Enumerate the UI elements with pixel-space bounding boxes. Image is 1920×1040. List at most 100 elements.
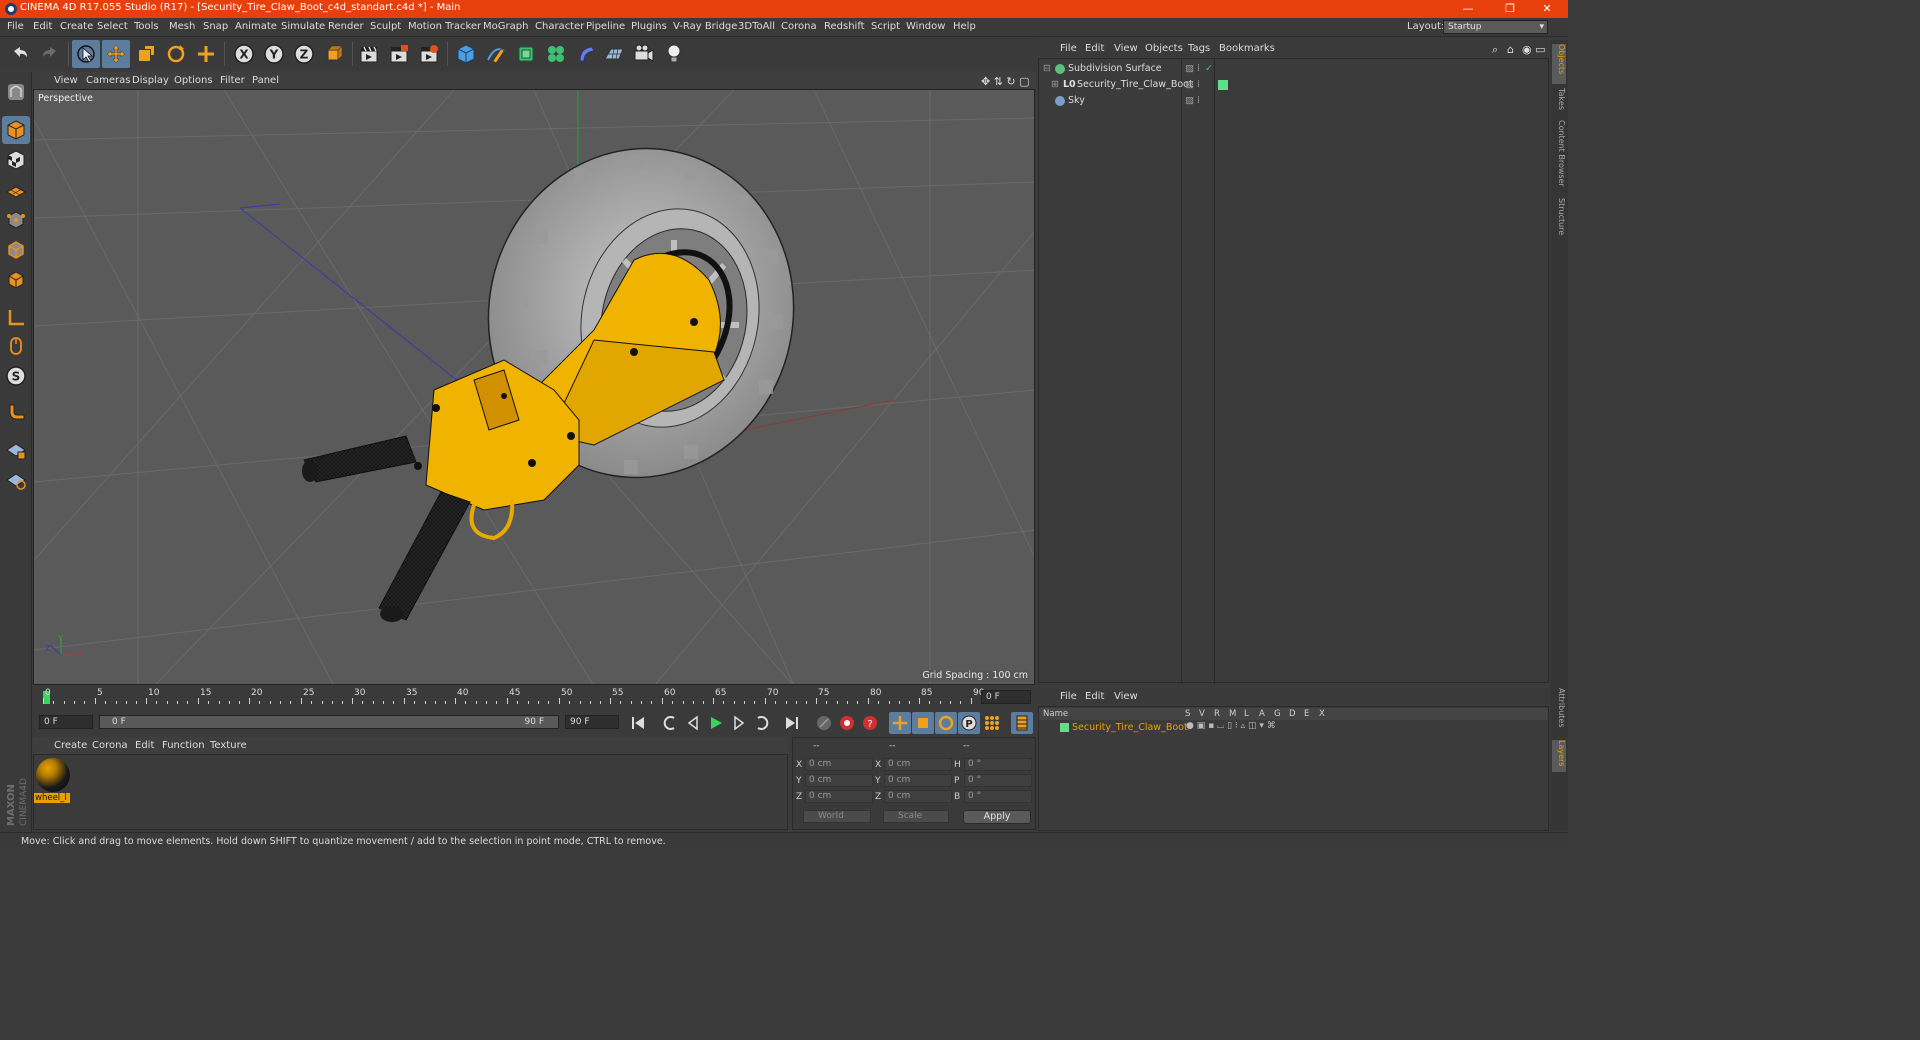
object-row-security-tire-claw-boot[interactable]: ⊞ L0 Security_Tire_Claw_Boot ▨ ⁞: [1039, 77, 1548, 93]
layer-color-swatch[interactable]: [1060, 723, 1069, 732]
om-menu-file[interactable]: File: [1060, 43, 1077, 54]
model-mode-button[interactable]: [2, 116, 30, 144]
max-frame-field[interactable]: 90 F: [565, 715, 619, 729]
live-selection-button[interactable]: [72, 40, 100, 68]
render-to-picture-viewer-button[interactable]: [385, 40, 413, 68]
current-frame-field[interactable]: 0 F: [39, 715, 93, 729]
locked-workplane-button[interactable]: [2, 436, 30, 464]
redo-button[interactable]: [36, 40, 64, 68]
layer-row[interactable]: Security_Tire_Claw_Boot ● ▣ ▪ ⌴ ▯ ⁝ ▵ ◫ …: [1039, 721, 1548, 735]
tab-layers[interactable]: Layers: [1552, 740, 1566, 772]
rot-h-field[interactable]: 0 °: [964, 758, 1032, 771]
material-menu-texture[interactable]: Texture: [210, 740, 247, 751]
tab-content-browser[interactable]: Content Browser: [1552, 120, 1566, 190]
restore-button[interactable]: ❐: [1490, 1, 1530, 17]
layer-color-swatch[interactable]: [1218, 80, 1228, 90]
timeline-ruler[interactable]: 0 5 10 15 20 25 30 35 40 45 50 55 60 65 70 75 80 85 90 0 F: [33, 686, 1036, 710]
viewport-menu-view[interactable]: View: [54, 75, 78, 86]
om-menu-edit[interactable]: Edit: [1085, 43, 1104, 54]
material-menu-create[interactable]: Create: [54, 740, 87, 751]
key-position-button[interactable]: [889, 712, 911, 734]
menu-character[interactable]: Character: [535, 21, 584, 32]
render-settings-button[interactable]: [415, 40, 443, 68]
menu-file[interactable]: File: [7, 21, 24, 32]
tree-expand-icon[interactable]: ⊞: [1051, 79, 1059, 90]
play-button[interactable]: [705, 712, 727, 734]
om-menu-bookmarks[interactable]: Bookmarks: [1219, 43, 1275, 54]
lm-menu-edit[interactable]: Edit: [1085, 691, 1104, 702]
key-pla-button[interactable]: [981, 712, 1003, 734]
tweak-mode-button[interactable]: [2, 332, 30, 360]
menu-create[interactable]: Create: [60, 21, 93, 32]
menu-3dtoall[interactable]: 3DToAll: [738, 21, 775, 32]
workplane-mode-button[interactable]: [2, 176, 30, 204]
subdivision-surface-button[interactable]: [512, 40, 540, 68]
rot-p-field[interactable]: 0 °: [964, 774, 1032, 787]
material-menu-corona[interactable]: Corona: [92, 740, 128, 751]
camera-button[interactable]: [630, 40, 658, 68]
scale-tool-button[interactable]: [132, 40, 160, 68]
y-axis-button[interactable]: Y: [260, 40, 288, 68]
menu-tools[interactable]: Tools: [134, 21, 159, 32]
material-menu-function[interactable]: Function: [162, 740, 205, 751]
go-to-start-button[interactable]: [627, 712, 649, 734]
menu-snap[interactable]: Snap: [203, 21, 228, 32]
record-keys-button[interactable]: [813, 712, 835, 734]
viewport-menu-options[interactable]: Options: [174, 75, 213, 86]
size-z-field[interactable]: 0 cm: [884, 790, 952, 803]
om-menu-view[interactable]: View: [1114, 43, 1138, 54]
key-scale-button[interactable]: [912, 712, 934, 734]
key-parameter-button[interactable]: P: [958, 712, 980, 734]
tab-structure[interactable]: Structure: [1552, 198, 1566, 238]
size-x-field[interactable]: 0 cm: [884, 758, 952, 771]
visibility-dots-icon[interactable]: ▨ ⁞: [1185, 95, 1200, 106]
visibility-dots-icon[interactable]: ▨ ⁞: [1185, 63, 1200, 74]
size-mode-dropdown[interactable]: Scale: [883, 810, 949, 823]
pos-x-field[interactable]: 0 cm: [805, 758, 873, 771]
key-rotation-button[interactable]: [935, 712, 957, 734]
lm-menu-file[interactable]: File: [1060, 691, 1077, 702]
menu-mograph[interactable]: MoGraph: [483, 21, 528, 32]
apply-button[interactable]: Apply: [963, 810, 1031, 824]
autokey-button[interactable]: ?: [859, 712, 881, 734]
pos-y-field[interactable]: 0 cm: [805, 774, 873, 787]
menu-motion-tracker[interactable]: Motion Tracker: [408, 21, 481, 32]
deformer-button[interactable]: [572, 40, 600, 68]
lm-menu-view[interactable]: View: [1114, 691, 1138, 702]
menu-redshift[interactable]: Redshift: [824, 21, 865, 32]
record-active-button[interactable]: [836, 712, 858, 734]
object-row-sky[interactable]: Sky ▨ ⁞: [1039, 93, 1548, 109]
polygons-mode-button[interactable]: [2, 266, 30, 294]
render-view-button[interactable]: [355, 40, 383, 68]
close-button[interactable]: ✕: [1527, 1, 1567, 17]
z-axis-button[interactable]: Z: [290, 40, 318, 68]
edges-mode-button[interactable]: [2, 236, 30, 264]
menu-edit[interactable]: Edit: [33, 21, 52, 32]
tab-objects[interactable]: Objects: [1552, 44, 1566, 84]
menu-simulate[interactable]: Simulate: [281, 21, 325, 32]
go-to-end-button[interactable]: [781, 712, 803, 734]
magnet-button[interactable]: [2, 398, 30, 426]
size-y-field[interactable]: 0 cm: [884, 774, 952, 787]
viewport-menu-filter[interactable]: Filter: [220, 75, 245, 86]
viewport-nav-icons[interactable]: ✥ ⇅ ↻ ▢: [981, 75, 1030, 88]
tab-takes[interactable]: Takes: [1552, 88, 1566, 114]
layout-dropdown[interactable]: Startup ▾: [1443, 20, 1548, 34]
menu-select[interactable]: Select: [97, 21, 128, 32]
frame-ruler[interactable]: 0 5 10 15 20 25 30 35 40 45 50 55 60 65 70 75 80 85 90: [41, 688, 984, 706]
viewport-menu-panel[interactable]: Panel: [252, 75, 279, 86]
preview-range-slider[interactable]: 0 F 90 F: [99, 715, 559, 729]
enable-axis-button[interactable]: [2, 304, 30, 332]
make-editable-button[interactable]: [2, 78, 30, 106]
x-axis-button[interactable]: X: [230, 40, 258, 68]
next-frame-button[interactable]: [728, 712, 750, 734]
menu-animate[interactable]: Animate: [235, 21, 277, 32]
menu-plugins[interactable]: Plugins: [631, 21, 667, 32]
menu-pipeline[interactable]: Pipeline: [586, 21, 625, 32]
tab-attributes[interactable]: Attributes: [1552, 688, 1566, 734]
menu-sculpt[interactable]: Sculpt: [370, 21, 401, 32]
timeline-frame-box[interactable]: 0 F: [981, 690, 1031, 704]
om-home-icon[interactable]: ⌂: [1507, 43, 1514, 56]
rot-b-field[interactable]: 0 °: [964, 790, 1032, 803]
om-menu-objects[interactable]: Objects: [1145, 43, 1183, 54]
